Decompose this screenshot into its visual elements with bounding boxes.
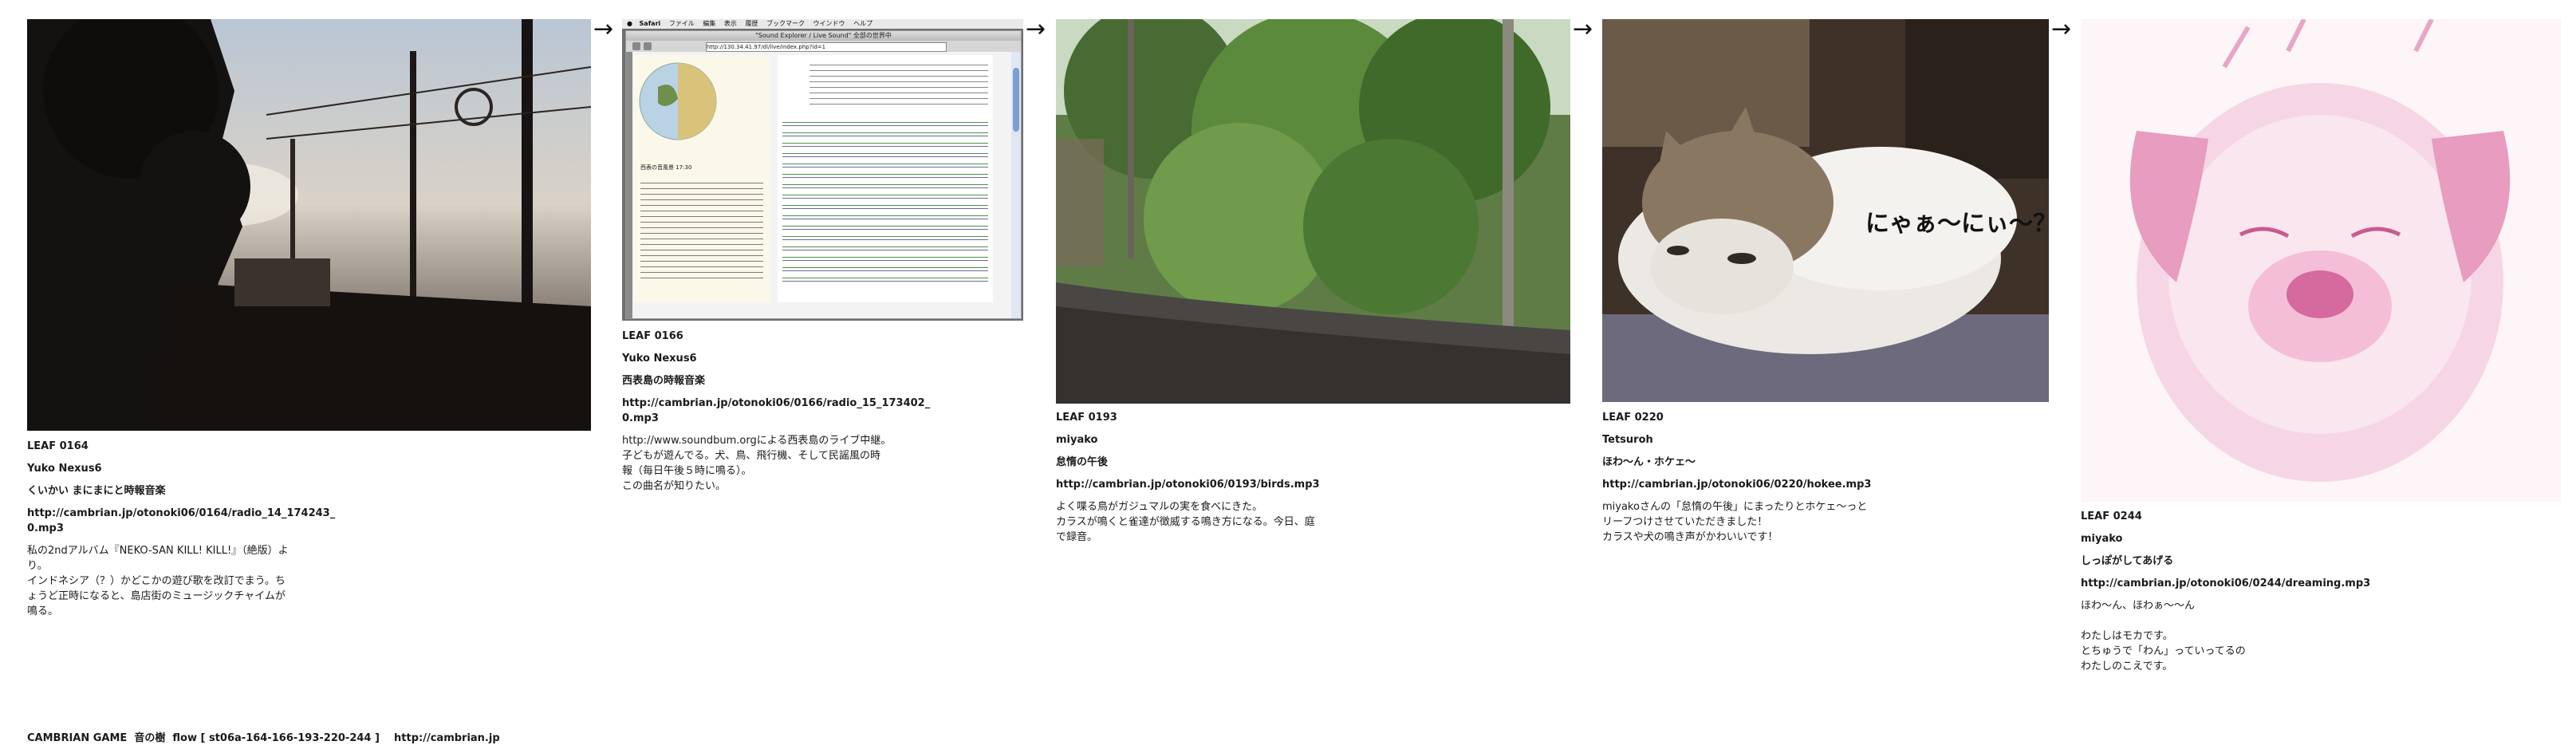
leaf-audio-link[interactable]: http://cambrian.jp/otonoki06/0220/hokee.…: [1602, 477, 1937, 492]
left-panel: 西表の音風景 17:30: [634, 55, 770, 302]
leaf-author: Yuko Nexus6: [27, 463, 102, 475]
leaf-0166-info: LEAF 0166 Yuko Nexus6 西表島の時報音楽 http://ca…: [622, 329, 957, 501]
overlay-caption: にゃぁ〜にぃ〜？: [1865, 210, 2057, 238]
leaf-author: miyako: [2081, 533, 2123, 545]
leaf-comment: ほわ〜ん、ほわぁ〜〜ん わたしはモカです。 とちゅうで「わん」っていってるの わ…: [2081, 600, 2246, 672]
leaf-0193-info: LEAF 0193 miyako 怠惰の午後 http://cambrian.j…: [1056, 410, 1391, 552]
menu-view: 表示: [723, 20, 737, 27]
flow-arrow: →: [593, 15, 614, 43]
leaf-audio-link[interactable]: http://cambrian.jp/otonoki06/0166/radio_…: [622, 396, 957, 426]
leaf-title: 怠惰の午後: [1056, 456, 1109, 468]
scrollbar[interactable]: [1011, 52, 1021, 318]
leaf-comment: 私の2ndアルバム『NEKO-SAN KILL! KILL!』（絶版）よ り。 …: [27, 545, 289, 617]
leaf-author: Yuko Nexus6: [622, 353, 697, 365]
menu-edit: 編集: [703, 20, 716, 27]
scroll-thumb[interactable]: [1013, 68, 1019, 132]
footer-credits: CAMBRIAN GAME 音の樹 flow [ st06a-164-166-1…: [27, 732, 500, 744]
leaf-0164-photo: [27, 19, 591, 431]
leaf-0244-info: LEAF 0244 miyako しっぽがしてあげる http://cambri…: [2081, 509, 2416, 681]
flow-arrow: →: [1026, 15, 1046, 43]
globe-caption: 西表の音風景 17:30: [640, 164, 692, 171]
back-icon[interactable]: [632, 42, 640, 50]
leaf-author: miyako: [1056, 434, 1098, 446]
leaf-comment: miyakoさんの「怠惰の午後」にまったりとホケェ〜っと リーフつけさせていただ…: [1602, 501, 1868, 543]
comment-list: [782, 116, 988, 283]
leaf-audio-link[interactable]: http://cambrian.jp/otonoki06/0164/radio_…: [27, 506, 362, 536]
menu-window: ウインドウ: [813, 20, 845, 27]
leaf-0164-info: LEAF 0164 Yuko Nexus6 くいかい まにまにと時報音楽 htt…: [27, 439, 362, 626]
leaf-title: しっぽがしてあげる: [2081, 555, 2174, 567]
leaf-0166-screenshot: ● Safari ファイル 編集 表示 履歴 ブックマーク ウインドウ ヘルプ …: [622, 19, 1023, 321]
browser-toolbar: http://130.34.41.97/dl/live/index.php?id…: [626, 41, 1021, 52]
leaf-audio-link[interactable]: http://cambrian.jp/otonoki06/0244/dreami…: [2081, 576, 2416, 591]
leaf-0193-photo: [1056, 19, 1570, 404]
leaf-id: LEAF 0244: [2081, 511, 2142, 522]
menu-app: Safari: [639, 20, 661, 27]
menu-file: ファイル: [668, 20, 695, 27]
menu-history: 履歴: [745, 20, 758, 27]
leaf-title: くいかい まにまにと時報音楽: [27, 485, 166, 497]
right-panel: [778, 55, 993, 302]
leaf-comment: http://www.soundbum.orgによる西表島のライブ中継。 子ども…: [622, 435, 892, 492]
menu-bar: ● Safari ファイル 編集 表示 履歴 ブックマーク ウインドウ ヘルプ: [622, 19, 1023, 29]
side-strip: [626, 52, 632, 318]
text-block: [640, 177, 763, 282]
browser-window: "Sound Explorer / Live Sound" 全部の世界中 htt…: [625, 30, 1022, 319]
leaf-id: LEAF 0164: [27, 440, 89, 452]
address-bar[interactable]: http://130.34.41.97/dl/live/index.php?id…: [706, 42, 947, 52]
leaf-0220-photo: にゃぁ〜にぃ〜？: [1602, 19, 2057, 402]
window-title: "Sound Explorer / Live Sound" 全部の世界中: [626, 31, 1021, 41]
menu-help: ヘルプ: [853, 20, 873, 27]
menu-bookmarks: ブックマーク: [766, 20, 805, 27]
intro-text: [809, 60, 988, 108]
flow-arrow: →: [1573, 15, 1593, 43]
forward-icon[interactable]: [644, 42, 652, 50]
apple-icon: ●: [627, 20, 632, 27]
leaf-title: ほわ〜ん・ホケェ〜: [1602, 456, 1696, 468]
leaf-title: 西表島の時報音楽: [622, 375, 706, 387]
leaf-0220-info: LEAF 0220 Tetsuroh ほわ〜ん・ホケェ〜 http://camb…: [1602, 410, 1937, 552]
leaf-comment: よく喋る鳥がガジュマルの実を食べにきた。 カラスが鳴くと雀達が徴威する鳴き方にな…: [1056, 501, 1315, 543]
flow-arrow: →: [2051, 15, 2072, 43]
leaf-author: Tetsuroh: [1602, 434, 1653, 446]
leaf-id: LEAF 0193: [1056, 412, 1117, 424]
leaf-id: LEAF 0166: [622, 330, 683, 342]
leaf-audio-link[interactable]: http://cambrian.jp/otonoki06/0193/birds.…: [1056, 477, 1391, 492]
leaf-0244-photo: [2081, 19, 2561, 502]
leaf-id: LEAF 0220: [1602, 412, 1664, 424]
